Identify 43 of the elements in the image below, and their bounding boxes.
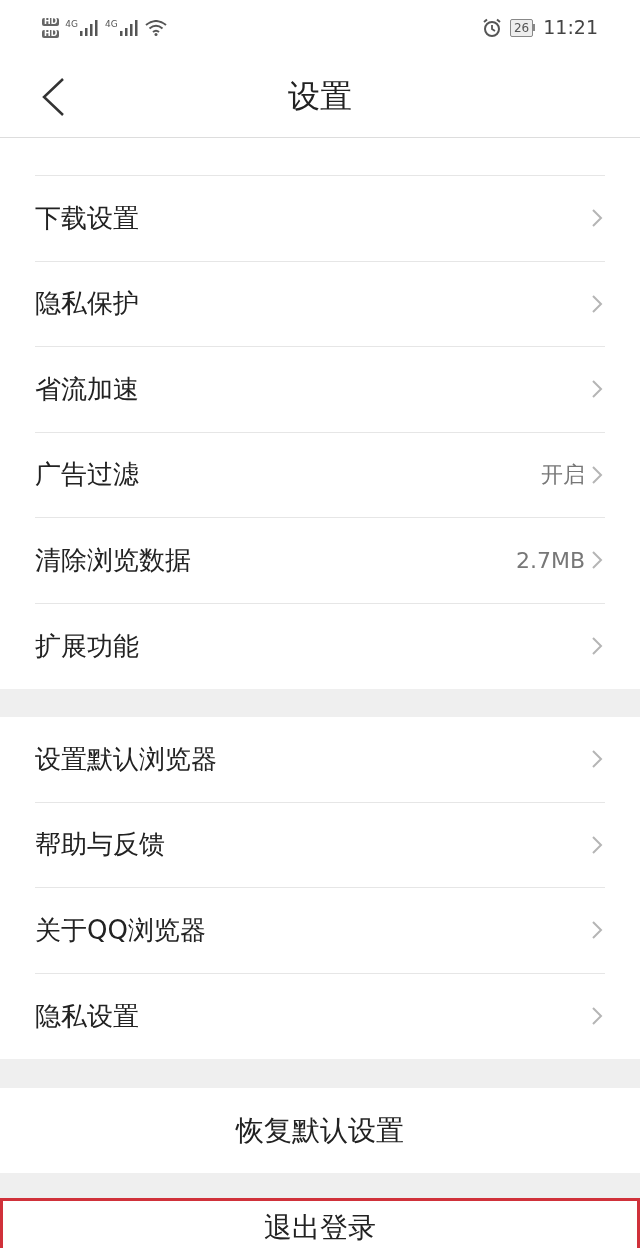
row-label: 设置默认浏览器 bbox=[35, 742, 217, 776]
row-label: 广告过滤 bbox=[35, 458, 139, 492]
signal-icon bbox=[118, 19, 139, 36]
action-button[interactable]: 恢复默认设置 bbox=[0, 1088, 640, 1173]
row-value: 2.7MB bbox=[515, 546, 585, 575]
chevron-icon bbox=[591, 1006, 603, 1027]
row-label: 关于QQ浏览器 bbox=[35, 913, 206, 947]
settings-row[interactable]: 广告过滤 开启 bbox=[35, 432, 605, 518]
chevron-icon bbox=[591, 749, 603, 770]
battery-icon: 26 bbox=[509, 18, 536, 37]
chevron-icon bbox=[591, 208, 603, 229]
settings-row[interactable]: 下载设置 bbox=[35, 176, 605, 262]
signal-icon bbox=[79, 19, 100, 36]
row-label: 清除浏览数据 bbox=[35, 543, 191, 577]
network-label: 4G bbox=[65, 19, 79, 29]
chevron-icon bbox=[591, 464, 603, 485]
network-label: 4G bbox=[105, 19, 118, 29]
chevron-icon bbox=[591, 636, 603, 657]
settings-row[interactable]: 设置默认浏览器 bbox=[35, 717, 605, 803]
chevron-icon bbox=[591, 834, 603, 855]
chevron-icon bbox=[591, 379, 603, 400]
row-label: 扩展功能 bbox=[35, 629, 139, 663]
settings-row[interactable]: 关于QQ浏览器 bbox=[35, 888, 605, 974]
settings-row[interactable]: 省流加速 bbox=[35, 347, 605, 433]
row-value: 开启 bbox=[541, 461, 585, 490]
alarm-icon bbox=[481, 17, 502, 38]
settings-row[interactable]: 帮助与反馈 bbox=[35, 802, 605, 888]
settings-row[interactable]: 隐私设置 bbox=[35, 973, 605, 1059]
clock-time: 11:21 bbox=[543, 15, 598, 41]
chevron-icon bbox=[591, 550, 603, 571]
chevron-icon bbox=[591, 920, 603, 941]
settings-row[interactable]: 隐私保护 bbox=[35, 261, 605, 347]
row-label: 隐私设置 bbox=[35, 999, 139, 1033]
settings-row[interactable]: 清除浏览数据 2.7MB bbox=[35, 518, 605, 604]
chevron-icon bbox=[591, 293, 603, 314]
wifi-icon bbox=[144, 19, 167, 36]
row-label: 下载设置 bbox=[35, 201, 139, 235]
row-label: 帮助与反馈 bbox=[35, 828, 165, 862]
page-title: 设置 bbox=[288, 76, 352, 117]
row-label: 省流加速 bbox=[35, 372, 139, 406]
action-button[interactable]: 退出登录 bbox=[0, 1198, 640, 1248]
settings-row[interactable]: 扩展功能 bbox=[35, 603, 605, 689]
row-label: 隐私保护 bbox=[35, 287, 139, 321]
